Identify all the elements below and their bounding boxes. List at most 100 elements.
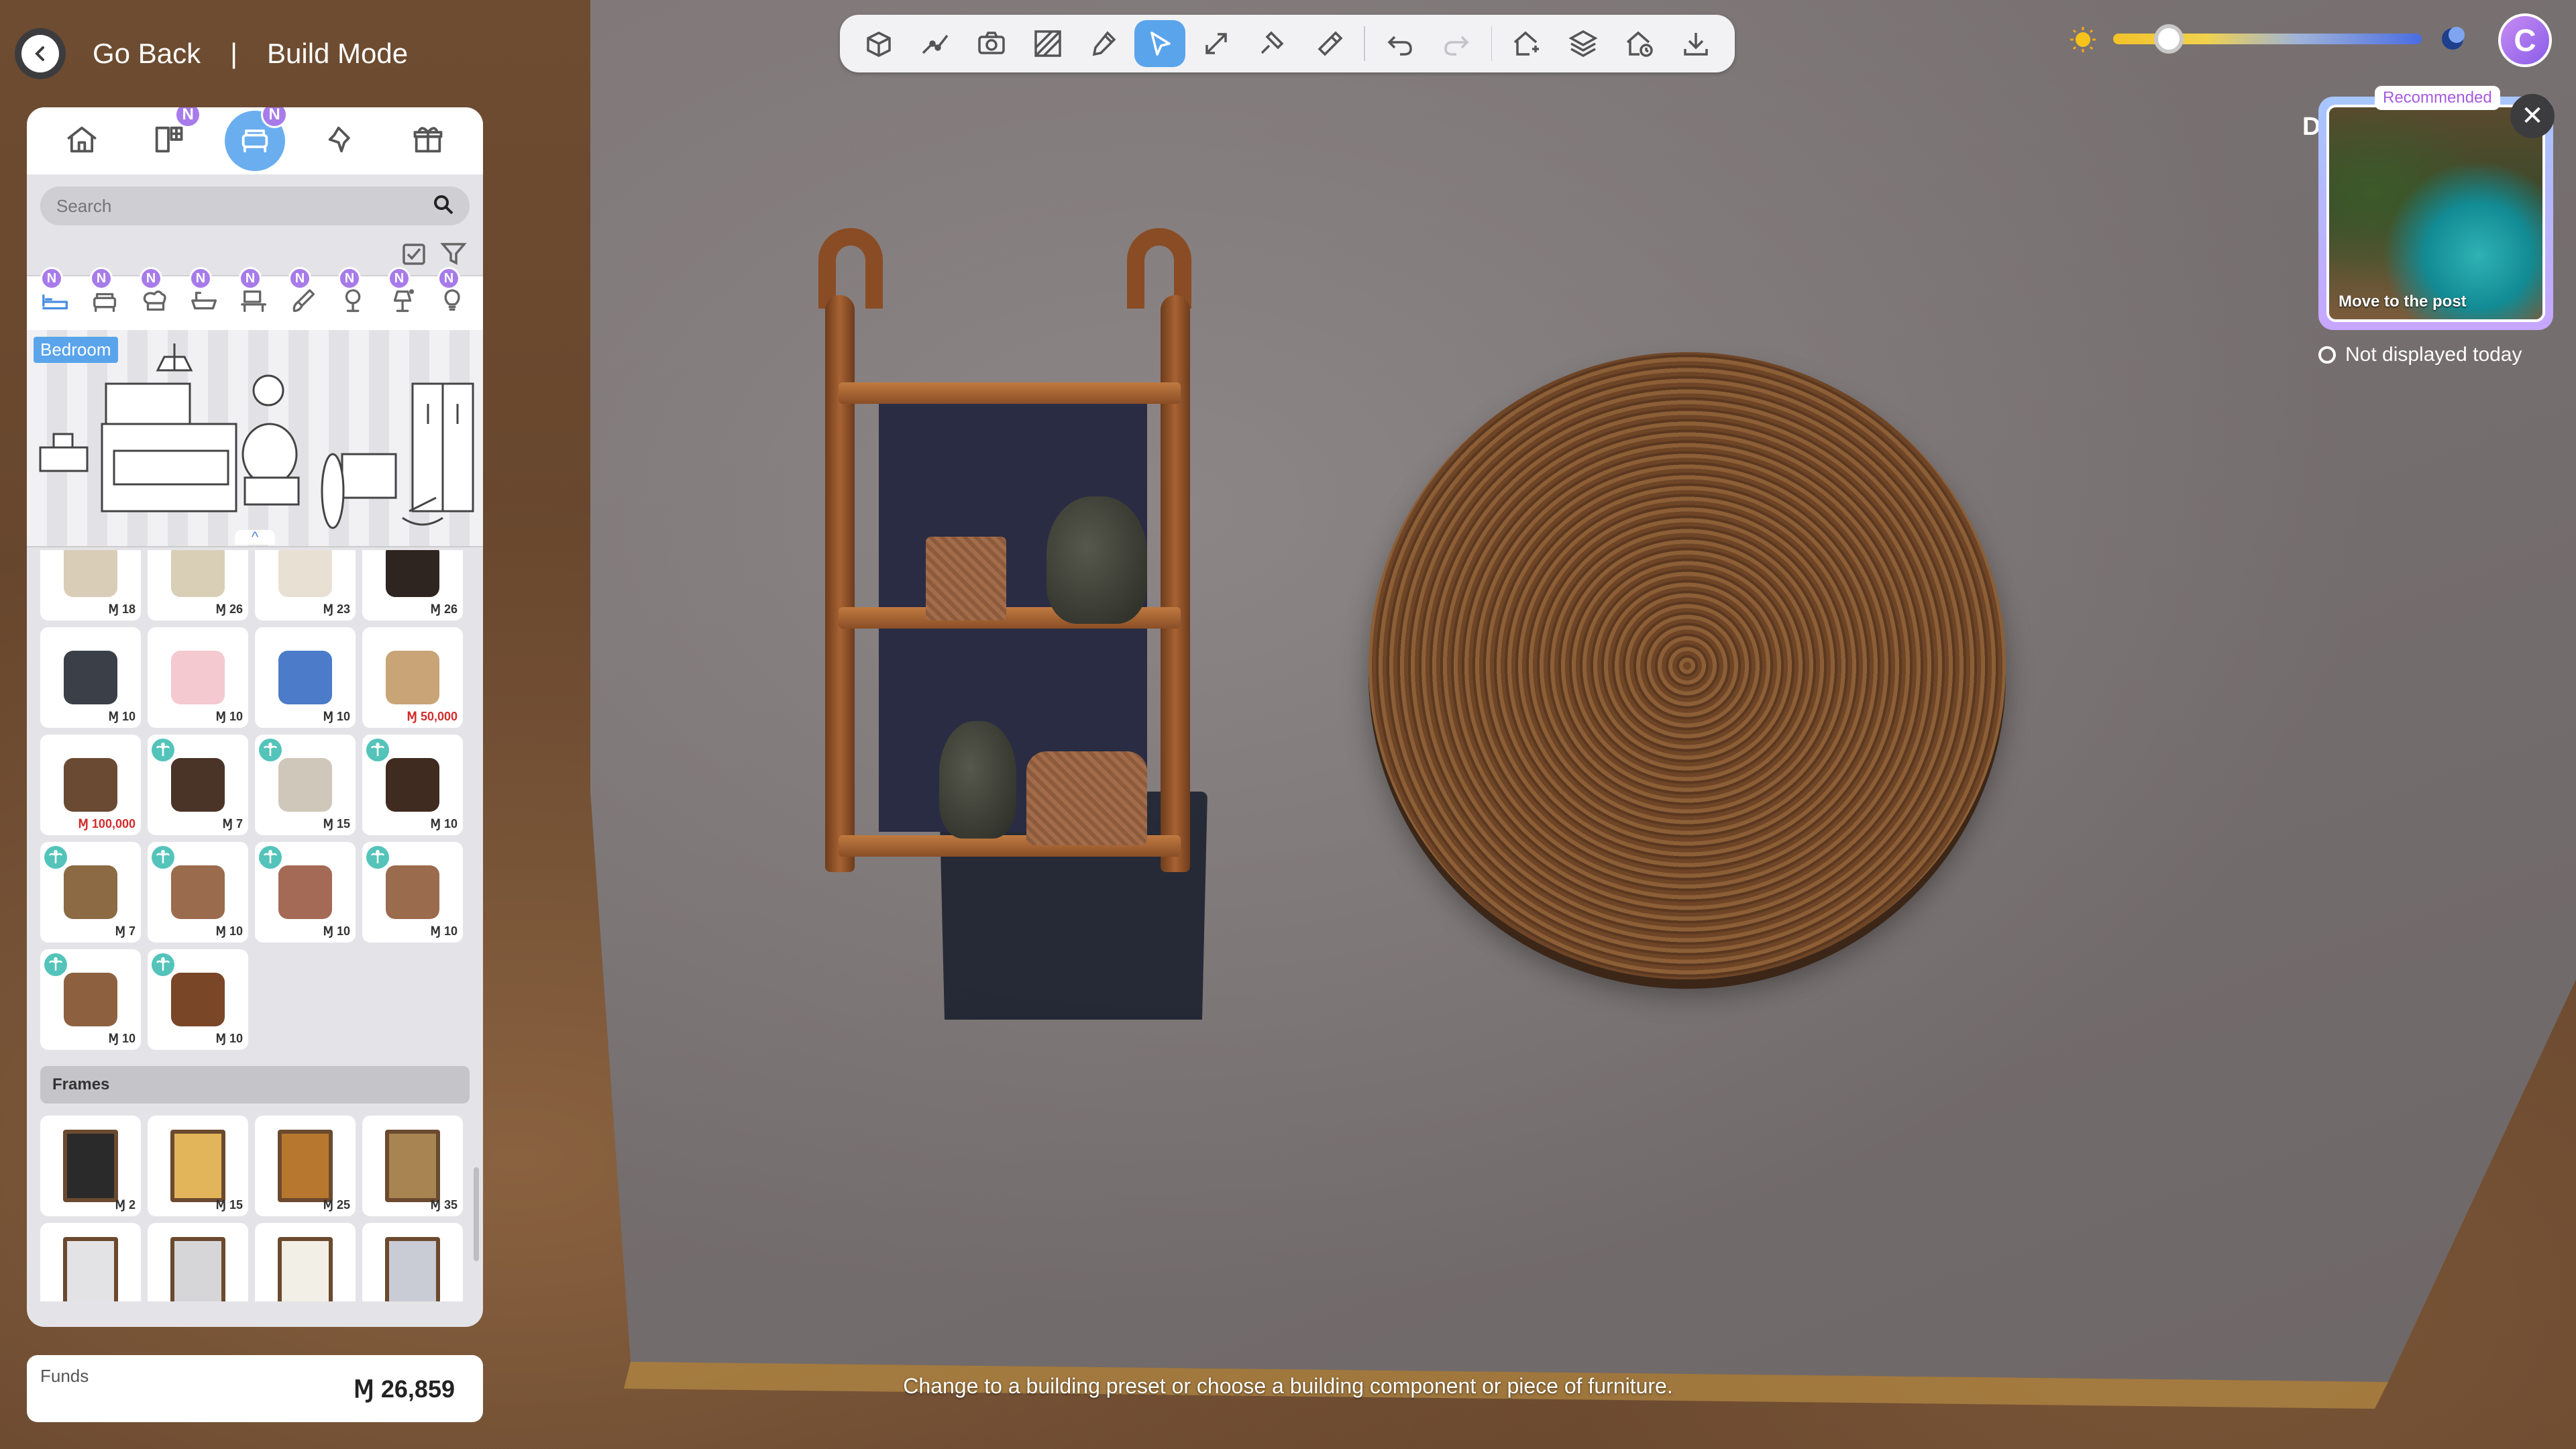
subcategory-tab-lamp[interactable]: N bbox=[382, 267, 425, 325]
item-grid-area: Ɱ 18 Ɱ 26 Ɱ 23 Ɱ 26 Ɱ 10 Ɱ 10 Ɱ 10 Ɱ 50,000 Ɱ 10… bbox=[40, 550, 470, 1301]
rattan-shelf-object[interactable] bbox=[818, 228, 1194, 872]
furniture-item[interactable]: Ɱ 10 bbox=[40, 627, 141, 728]
frame-item[interactable]: Ɱ 7 bbox=[255, 1223, 356, 1301]
new-badge: N bbox=[388, 267, 411, 290]
subcategory-tab-chef-hat[interactable]: N bbox=[134, 267, 177, 325]
close-icon[interactable]: ✕ bbox=[2510, 94, 2555, 138]
filter-icon[interactable] bbox=[440, 240, 467, 270]
go-back-label[interactable]: Go Back bbox=[93, 38, 201, 70]
furniture-item[interactable]: Ɱ 10 bbox=[362, 842, 463, 943]
category-tab-gift-box[interactable] bbox=[398, 111, 458, 171]
category-tab-pin[interactable] bbox=[311, 111, 372, 171]
subcategory-tab-sofa[interactable]: N bbox=[85, 267, 127, 325]
profile-avatar[interactable]: C bbox=[2498, 13, 2552, 67]
wall-draw-icon[interactable] bbox=[910, 20, 961, 67]
frame-item[interactable]: Ɱ 25 bbox=[255, 1116, 356, 1216]
radio-button[interactable] bbox=[2318, 346, 2336, 364]
furniture-item[interactable]: Ɱ 10 bbox=[40, 949, 141, 1050]
floor-pattern-icon[interactable] bbox=[1022, 20, 1073, 67]
subcategory-tabs: NNNNNNNNN bbox=[27, 267, 483, 330]
frame-item[interactable]: Ɱ 15 bbox=[148, 1116, 248, 1216]
search-input[interactable] bbox=[55, 195, 432, 217]
collapse-chevron-icon[interactable]: ^ bbox=[235, 530, 275, 545]
furniture-item[interactable]: Ɱ 26 bbox=[362, 550, 463, 621]
item-thumbnail bbox=[386, 865, 439, 919]
furniture-item[interactable]: Ɱ 26 bbox=[148, 550, 248, 621]
item-thumbnail bbox=[64, 865, 117, 919]
category-tab-furniture[interactable]: N bbox=[224, 107, 288, 171]
furniture-item[interactable]: Ɱ 10 bbox=[148, 949, 248, 1050]
not-displayed-today-option[interactable]: Not displayed today bbox=[2318, 343, 2522, 366]
house-share-icon[interactable] bbox=[1501, 20, 1552, 67]
subcategory-tab-bathtub[interactable]: N bbox=[184, 267, 227, 325]
subcategory-tab-bed[interactable]: N bbox=[35, 267, 78, 325]
furniture-item[interactable]: Ɱ 23 bbox=[255, 550, 356, 621]
subcategory-tab-plant[interactable]: N bbox=[333, 267, 376, 325]
go-back-button[interactable]: Go Back | Build Mode bbox=[15, 27, 408, 80]
paint-icon[interactable] bbox=[1303, 20, 1354, 67]
select-cursor-icon[interactable] bbox=[1134, 20, 1186, 67]
furniture-item[interactable]: Ɱ 10 bbox=[255, 842, 356, 943]
redo-icon[interactable] bbox=[1431, 20, 1482, 67]
item-price: Ɱ 10 bbox=[430, 924, 458, 938]
item-price: Ɱ 15 bbox=[323, 817, 350, 830]
recommended-thumbnail[interactable]: Move to the post bbox=[2326, 105, 2545, 322]
frame-item[interactable]: Ɱ 35 bbox=[362, 1116, 463, 1216]
subcategory-tab-bulb[interactable]: N bbox=[432, 267, 475, 325]
frame-item[interactable]: Ɱ 7 bbox=[362, 1223, 463, 1301]
house-history-icon[interactable] bbox=[1614, 20, 1665, 67]
search-bar[interactable] bbox=[40, 186, 470, 225]
search-icon[interactable] bbox=[432, 193, 455, 219]
item-price: Ɱ 10 bbox=[215, 924, 243, 938]
frames-section-header[interactable]: Frames bbox=[40, 1066, 470, 1104]
item-price: Ɱ 18 bbox=[108, 602, 136, 616]
select-checkbox-icon[interactable] bbox=[401, 241, 427, 270]
category-tab-door-window[interactable]: N bbox=[138, 107, 202, 171]
furniture-item[interactable]: Ɱ 50,000 bbox=[362, 627, 463, 728]
wicker-box bbox=[926, 537, 1006, 621]
pin-icon bbox=[324, 122, 359, 160]
subcategory-tab-desk[interactable]: N bbox=[233, 267, 276, 325]
back-arrow-button[interactable] bbox=[15, 28, 66, 79]
round-rattan-rug-object[interactable] bbox=[1368, 352, 2006, 979]
chevron-left-icon bbox=[21, 35, 59, 72]
item-thumbnail bbox=[64, 651, 117, 704]
time-slider-handle[interactable] bbox=[2153, 24, 2184, 54]
building-preset-icon[interactable] bbox=[853, 20, 904, 67]
furniture-item[interactable]: Ɱ 18 bbox=[40, 550, 141, 621]
subcategory-tab-brush[interactable]: N bbox=[283, 267, 326, 325]
move-to-post-link[interactable]: Move to the post bbox=[2339, 292, 2467, 311]
move-icon[interactable] bbox=[1191, 20, 1242, 67]
undo-icon[interactable] bbox=[1375, 20, 1426, 67]
furniture-item[interactable]: Ɱ 10 bbox=[148, 627, 248, 728]
new-badge: N bbox=[90, 267, 113, 290]
item-thumbnail bbox=[63, 1130, 118, 1202]
item-price: Ɱ 2 bbox=[115, 1198, 136, 1212]
furniture-item[interactable]: Ɱ 10 bbox=[255, 627, 356, 728]
furniture-item[interactable]: Ɱ 10 bbox=[148, 842, 248, 943]
blueprint-icon[interactable] bbox=[1558, 20, 1609, 67]
furniture-item[interactable]: Ɱ 7 bbox=[148, 735, 248, 835]
furniture-item[interactable]: Ɱ 7 bbox=[40, 842, 141, 943]
frame-item[interactable]: Ɱ 30 bbox=[40, 1223, 141, 1301]
not-displayed-today-label[interactable]: Not displayed today bbox=[2345, 343, 2522, 366]
palm-leaf-icon bbox=[366, 739, 389, 761]
eyedropper-icon[interactable] bbox=[1079, 20, 1130, 67]
item-thumbnail bbox=[63, 1237, 118, 1301]
furniture-item[interactable]: Ɱ 15 bbox=[255, 735, 356, 835]
item-thumbnail bbox=[385, 1130, 440, 1202]
palm-leaf-icon bbox=[259, 739, 282, 761]
room-preset-banner[interactable]: Bedroom ^ bbox=[27, 330, 483, 547]
panel-scrollbar[interactable] bbox=[474, 1167, 479, 1261]
download-icon[interactable] bbox=[1670, 20, 1721, 67]
item-price: Ɱ 15 bbox=[215, 1198, 243, 1212]
toolbar-divider bbox=[1491, 26, 1493, 61]
camera-icon[interactable] bbox=[966, 20, 1017, 67]
frame-item[interactable]: Ɱ 2 bbox=[40, 1116, 141, 1216]
furniture-item[interactable]: Ɱ 100,000 bbox=[40, 735, 141, 835]
furniture-item[interactable]: Ɱ 10 bbox=[362, 735, 463, 835]
category-tab-house[interactable] bbox=[52, 111, 112, 171]
hammer-icon[interactable] bbox=[1247, 20, 1298, 67]
frame-item[interactable]: Ɱ 100 bbox=[148, 1223, 248, 1301]
item-price: Ɱ 25 bbox=[323, 1198, 350, 1212]
